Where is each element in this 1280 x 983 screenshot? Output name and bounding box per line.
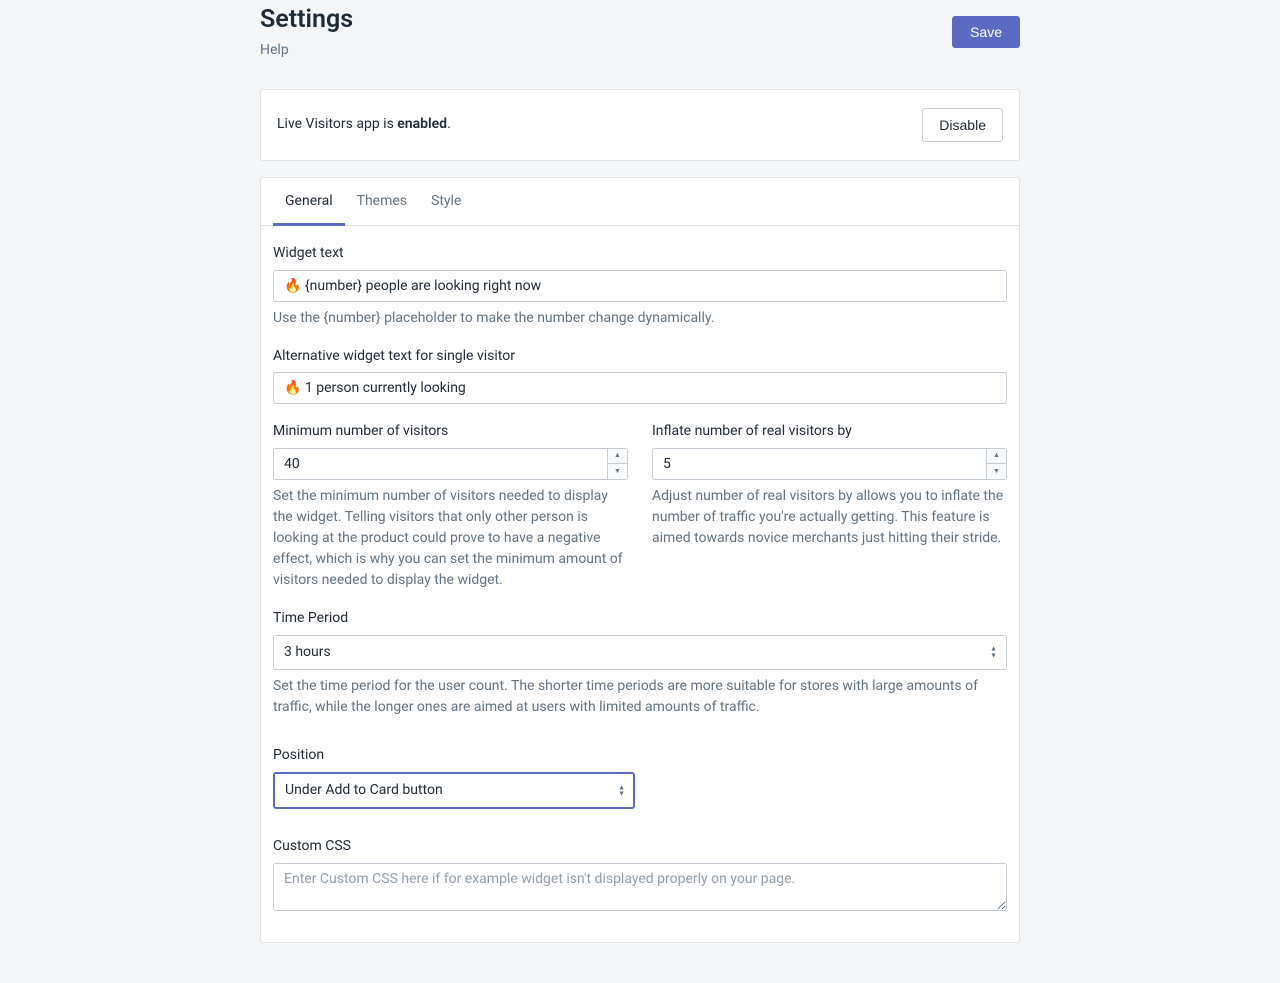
disable-button[interactable]: Disable xyxy=(922,108,1003,142)
inflate-spinner: ▲ ▼ xyxy=(986,449,1006,479)
time-period-select[interactable]: 3 hours xyxy=(273,635,1007,671)
position-label: Position xyxy=(273,746,1007,766)
page-title: Settings xyxy=(260,2,353,37)
min-visitors-spinner: ▲ ▼ xyxy=(607,449,627,479)
widget-text-help: Use the {number} placeholder to make the… xyxy=(273,308,1007,329)
status-text: Live Visitors app is enabled. xyxy=(277,115,451,135)
min-visitors-label: Minimum number of visitors xyxy=(273,422,628,442)
custom-css-input[interactable] xyxy=(273,863,1007,911)
position-select[interactable]: Under Add to Card button xyxy=(273,772,635,810)
time-period-label: Time Period xyxy=(273,609,1007,629)
inflate-help: Adjust number of real visitors by allows… xyxy=(652,486,1007,549)
settings-card: General Themes Style Widget text Use the… xyxy=(260,177,1020,943)
tab-general[interactable]: General xyxy=(273,178,345,227)
min-visitors-up[interactable]: ▲ xyxy=(608,449,627,465)
alt-text-label: Alternative widget text for single visit… xyxy=(273,347,1007,367)
save-button[interactable]: Save xyxy=(952,16,1020,48)
widget-text-label: Widget text xyxy=(273,244,1007,264)
alt-text-input[interactable] xyxy=(273,372,1007,404)
widget-text-input[interactable] xyxy=(273,270,1007,302)
custom-css-label: Custom CSS xyxy=(273,837,1007,857)
inflate-down[interactable]: ▼ xyxy=(987,464,1006,479)
tab-themes[interactable]: Themes xyxy=(345,178,419,226)
inflate-label: Inflate number of real visitors by xyxy=(652,422,1007,442)
tab-style[interactable]: Style xyxy=(419,178,473,226)
time-period-help: Set the time period for the user count. … xyxy=(273,676,1007,718)
inflate-up[interactable]: ▲ xyxy=(987,449,1006,465)
min-visitors-input[interactable] xyxy=(273,448,628,480)
min-visitors-help: Set the minimum number of visitors neede… xyxy=(273,486,628,591)
min-visitors-down[interactable]: ▼ xyxy=(608,464,627,479)
inflate-input[interactable] xyxy=(652,448,1007,480)
help-link[interactable]: Help xyxy=(260,41,353,61)
tabs: General Themes Style xyxy=(261,178,1019,227)
status-card: Live Visitors app is enabled. Disable xyxy=(260,89,1020,161)
